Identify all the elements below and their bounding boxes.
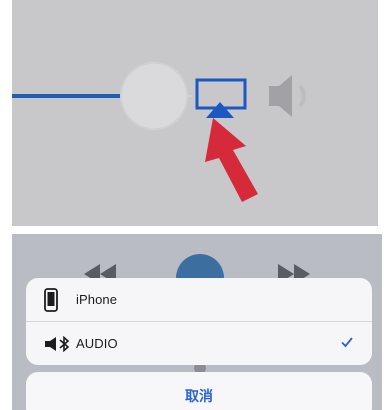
screenshot-frame: iPhone AUDIO 取消 [0,0,384,410]
bluetooth-speaker-icon [44,332,76,356]
output-option-audio[interactable]: AUDIO [26,321,372,365]
airplay-output-sheet: iPhone AUDIO [26,278,372,365]
iphone-icon [44,287,76,312]
volume-slider-thumb[interactable] [120,62,188,130]
airplay-icon[interactable] [195,78,247,118]
red-arrow-pointer [205,118,258,202]
output-option-label: AUDIO [76,336,118,351]
crop-gap [0,226,384,234]
checkmark-icon [340,335,354,354]
output-option-iphone[interactable]: iPhone [26,278,372,321]
speaker-icon[interactable] [269,75,306,117]
control-bar-zoom [12,0,378,226]
airplay-action-sheet-screen: iPhone AUDIO 取消 [12,234,382,410]
cancel-label: 取消 [185,389,213,405]
cancel-button[interactable]: 取消 [26,372,372,410]
volume-slider-track[interactable] [12,94,124,98]
output-option-label: iPhone [76,292,118,307]
